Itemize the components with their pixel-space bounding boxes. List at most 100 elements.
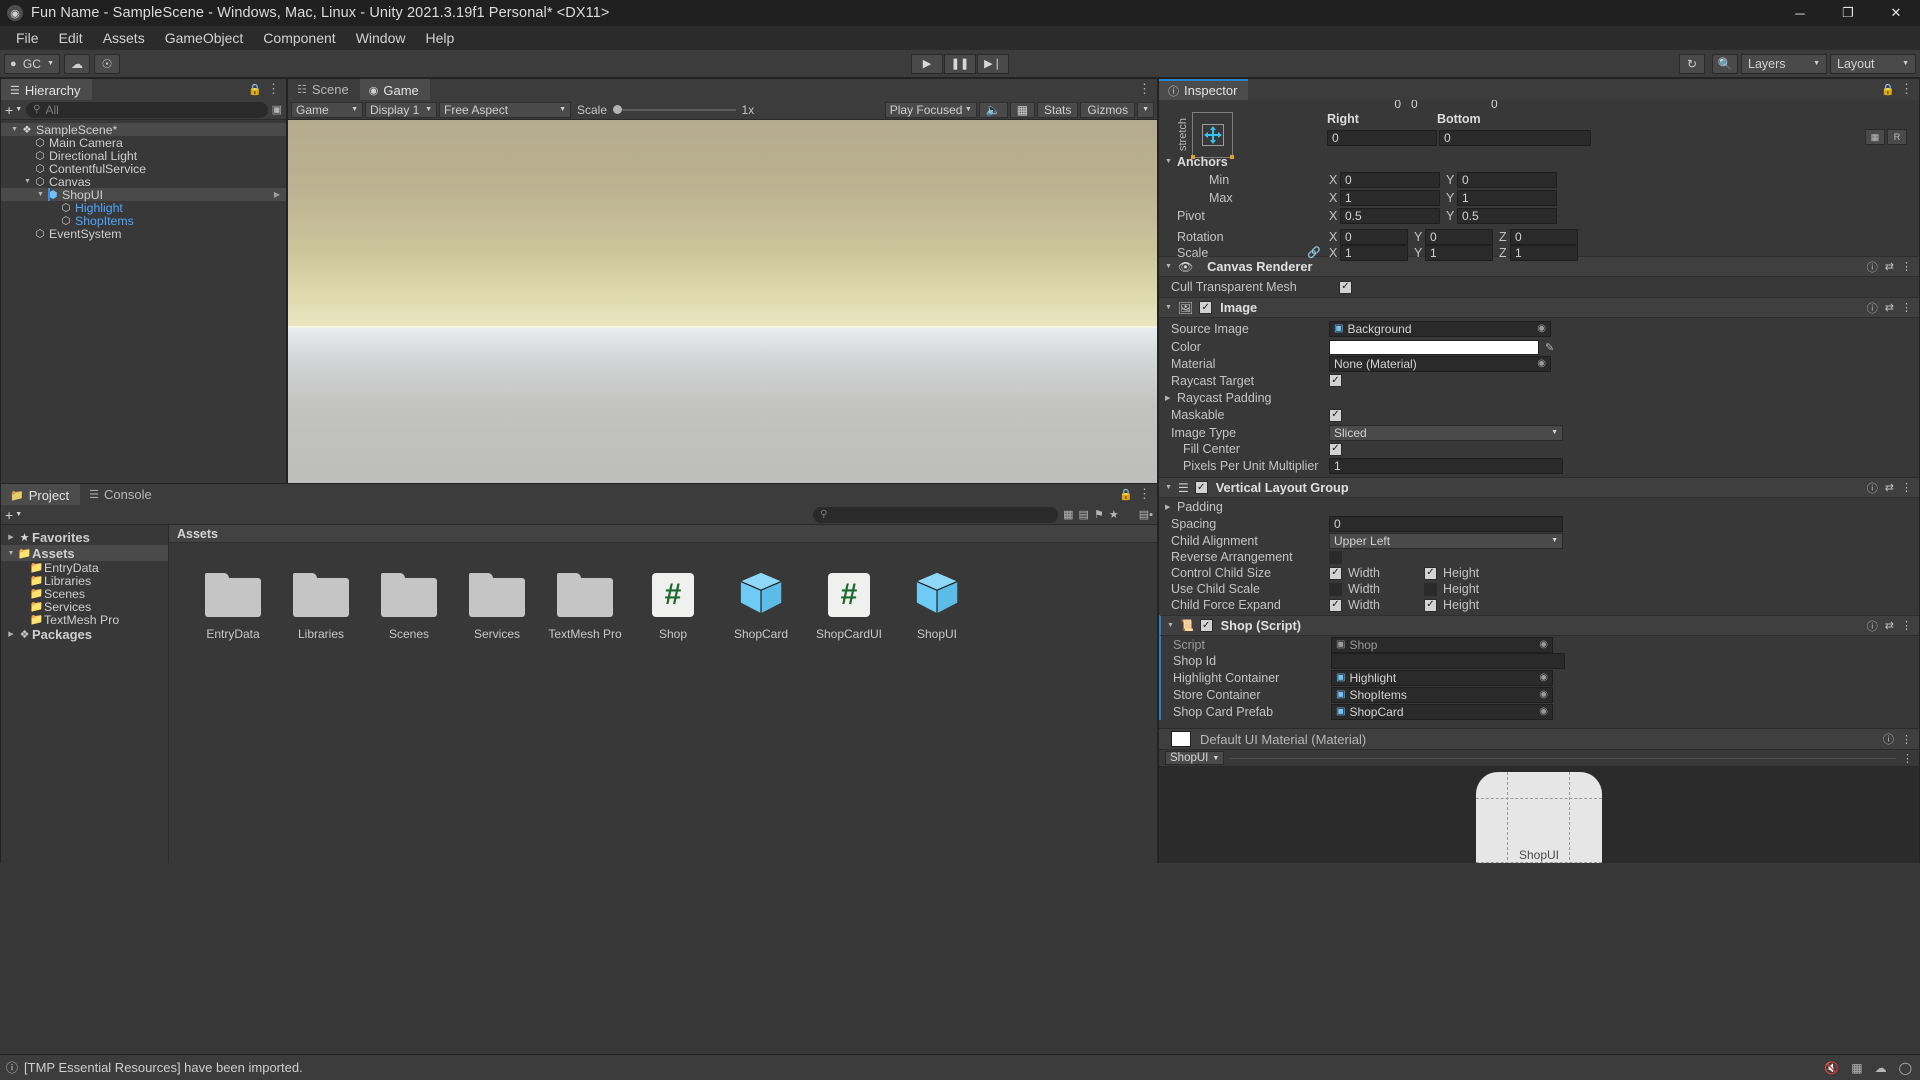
asset-item[interactable]: ShopCard — [717, 571, 805, 641]
control-width-checkbox[interactable]: ✓ — [1329, 566, 1342, 580]
highlight-container-field[interactable]: ▣ Highlight ◉ — [1331, 669, 1553, 686]
progress-status-icon[interactable]: ◯ — [1899, 1061, 1912, 1075]
layers-dropdown[interactable]: Layers ▼ — [1741, 53, 1827, 74]
eyedropper-icon[interactable]: ✎ — [1545, 341, 1554, 354]
anchor-min-y-field[interactable]: 0 — [1457, 171, 1557, 188]
pause-button[interactable]: ❚❚ — [944, 53, 976, 74]
search-by-type-icon[interactable]: ▦ — [1063, 508, 1073, 521]
mute-audio-button[interactable]: 🔈 — [978, 101, 1008, 118]
hierarchy-add-button[interactable]: + ▼ — [5, 102, 22, 118]
source-image-field[interactable]: ▣ Background ◉ — [1329, 320, 1551, 337]
scale-slider-track[interactable] — [622, 108, 736, 111]
image-type-dropdown[interactable]: Sliced ▼ — [1329, 424, 1563, 441]
material-field[interactable]: None (Material) ◉ — [1329, 355, 1551, 372]
favorite-icon[interactable]: ★ — [1109, 508, 1119, 521]
color-swatch[interactable] — [1329, 339, 1539, 355]
stats-button[interactable]: Stats — [1037, 101, 1079, 118]
control-height-checkbox[interactable]: ✓ — [1424, 566, 1437, 580]
chevron-down-icon[interactable]: ▼ — [35, 191, 46, 198]
hierarchy-item-eventsystem[interactable]: ⬡ EventSystem — [1, 227, 286, 241]
project-menu-icon[interactable]: ⋮ — [1138, 486, 1152, 502]
game-render-surface[interactable] — [288, 120, 1157, 505]
collab-button[interactable]: ☉ — [94, 53, 120, 74]
scale-z-field[interactable]: 1 — [1510, 244, 1578, 261]
aspect-dropdown[interactable]: Free Aspect ▼ — [439, 101, 571, 118]
object-picker-icon[interactable]: ◉ — [1539, 672, 1548, 683]
bottom-field[interactable]: 0 — [1439, 130, 1591, 146]
object-picker-icon[interactable]: ◉ — [1539, 706, 1548, 717]
menu-item-file[interactable]: File — [6, 28, 49, 48]
menu-item-help[interactable]: Help — [415, 28, 464, 48]
scale-slider[interactable] — [613, 105, 736, 114]
play-focused-dropdown[interactable]: Play Focused ▼ — [884, 101, 977, 118]
menu-item-edit[interactable]: Edit — [49, 28, 93, 48]
chevron-right-icon[interactable]: ▶ — [5, 630, 17, 638]
anchor-max-y-field[interactable]: 1 — [1457, 189, 1557, 206]
image-component-header[interactable]: ▼ 🖼 ✓ Image ⓘ ⇄ ⋮ — [1159, 297, 1919, 318]
mute-status-icon[interactable]: 🔇 — [1824, 1061, 1839, 1075]
maskable-checkbox[interactable]: ✓ — [1329, 408, 1342, 422]
right-field[interactable]: 0 — [1327, 130, 1437, 146]
gizmos-dropdown[interactable]: ▼ — [1137, 101, 1155, 118]
preview-object-dropdown[interactable]: ShopUI ▼ — [1165, 751, 1225, 765]
component-menu-icon[interactable]: ⋮ — [1901, 733, 1912, 746]
hierarchy-search-input[interactable]: ⚲ All — [26, 101, 268, 118]
preset-icon[interactable]: ⇄ — [1885, 619, 1894, 632]
hierarchy-tree[interactable]: ▼ ❖ SampleScene* ⬡ Main Camera ⬡ Directional L… — [1, 120, 286, 483]
history-button[interactable]: ↻ — [1679, 53, 1705, 74]
asset-item[interactable]: Libraries — [277, 571, 365, 641]
hierarchy-item-highlight[interactable]: ⬡ Highlight — [1, 201, 286, 215]
hierarchy-item-contentfulservice[interactable]: ⬡ ContentfulService — [1, 162, 286, 176]
project-tree-item-libraries[interactable]: 📁 Libraries — [1, 574, 168, 588]
help-icon[interactable]: ⓘ — [1867, 480, 1878, 496]
tab-hierarchy[interactable]: ☰ Hierarchy — [1, 79, 92, 100]
menu-item-assets[interactable]: Assets — [93, 28, 155, 48]
reverse-arrangement-checkbox[interactable]: ✓ — [1329, 550, 1342, 564]
shop-script-header[interactable]: ▼ 📜 ✓ Shop (Script) ⓘ ⇄ ⋮ — [1159, 615, 1919, 636]
chevron-down-icon[interactable]: ▼ — [22, 178, 33, 185]
vertical-layout-group-header[interactable]: ▼ ☰ ✓ Vertical Layout Group ⓘ ⇄ ⋮ — [1159, 477, 1919, 498]
collab-status-icon[interactable]: ☁ — [1875, 1061, 1887, 1075]
project-tree-item-entrydata[interactable]: 📁 EntryData — [1, 561, 168, 575]
gizmos-button[interactable]: Gizmos — [1080, 101, 1136, 118]
layout-dropdown[interactable]: Layout ▼ — [1830, 53, 1916, 74]
anchors-foldout[interactable]: ▼ Anchors — [1165, 152, 1905, 171]
shop-card-prefab-field[interactable]: ▣ ShopCard ◉ — [1331, 703, 1553, 720]
component-menu-icon[interactable]: ⋮ — [1901, 301, 1912, 314]
fill-center-checkbox[interactable]: ✓ — [1329, 442, 1342, 456]
asset-item[interactable]: TextMesh Pro — [541, 571, 629, 641]
cache-server-icon[interactable]: ▦ — [1851, 1061, 1862, 1075]
scale-x-field[interactable]: 1 — [1340, 244, 1408, 261]
asset-item[interactable]: EntryData — [189, 571, 277, 641]
use-height-checkbox[interactable]: ✓ — [1424, 582, 1437, 596]
hierarchy-menu-icon[interactable]: ⋮ — [267, 81, 281, 97]
project-add-button[interactable]: + ▼ — [5, 507, 22, 523]
hierarchy-item-main-camera[interactable]: ⬡ Main Camera — [1, 136, 286, 150]
project-search-input[interactable]: ⚲ — [813, 506, 1059, 523]
tab-console[interactable]: ☰ Console — [80, 484, 163, 505]
hierarchy-item-canvas[interactable]: ▼ ⬡ Canvas — [1, 175, 286, 189]
help-icon[interactable]: ⓘ — [1867, 300, 1878, 316]
store-container-field[interactable]: ▣ ShopItems ◉ — [1331, 686, 1553, 703]
use-width-checkbox[interactable]: ✓ — [1329, 582, 1342, 596]
blueprint-raw-toggles[interactable]: ▦ R — [1865, 129, 1907, 145]
scale-slider-knob[interactable] — [613, 105, 623, 114]
menu-item-component[interactable]: Component — [253, 28, 345, 48]
project-tree-item-packages[interactable]: ▶ ❖ Packages — [1, 626, 168, 642]
project-tree-item-scenes[interactable]: 📁 Scenes — [1, 587, 168, 601]
breadcrumb[interactable]: Assets — [169, 525, 1157, 543]
vertical-layout-enabled-checkbox[interactable]: ✓ — [1194, 481, 1208, 494]
project-folder-tree[interactable]: ▶ ★ Favorites ▼ 📁 Assets 📁 EntryData 📁 Libraries 📁… — [1, 525, 169, 863]
chevron-down-icon[interactable]: ▼ — [5, 550, 17, 557]
force-width-checkbox[interactable]: ✓ — [1329, 598, 1342, 612]
chevron-right-icon[interactable]: ▶ — [5, 533, 17, 541]
raycast-padding-row[interactable]: ▶ Raycast Padding — [1159, 389, 1919, 406]
close-button[interactable]: ✕ — [1872, 0, 1920, 26]
tab-inspector[interactable]: ⓘ Inspector — [1159, 79, 1249, 100]
shop-script-enabled-checkbox[interactable]: ✓ — [1199, 619, 1213, 632]
asset-grid[interactable]: EntryData Libraries Scenes Services TextMesh… — [169, 543, 1157, 641]
menu-item-gameobject[interactable]: GameObject — [155, 28, 254, 48]
anchor-min-x-field[interactable]: 0 — [1340, 171, 1440, 188]
blueprint-mode-icon[interactable]: ▦ — [1865, 129, 1885, 145]
preset-icon[interactable]: ⇄ — [1885, 301, 1894, 314]
